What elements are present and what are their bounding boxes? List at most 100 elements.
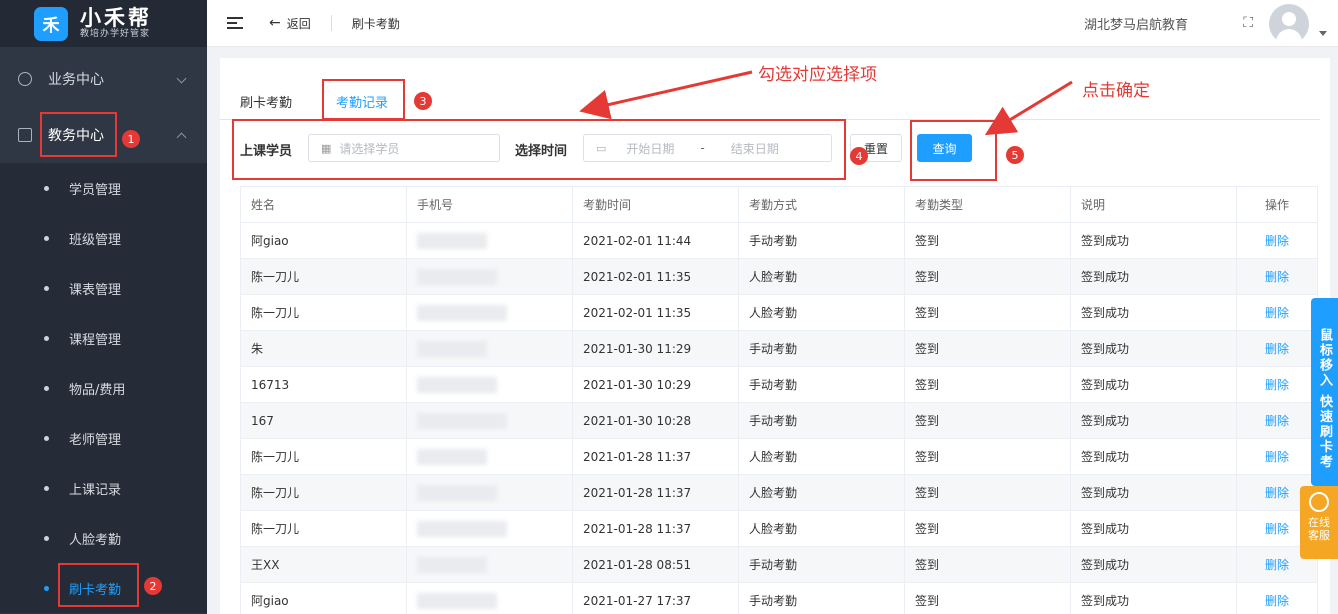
- time-cell: 2021-01-30 11:29: [572, 330, 739, 367]
- sidebar-item-class-records[interactable]: 上课记录: [0, 463, 207, 513]
- phone-cell: [406, 474, 573, 511]
- sidebar-item-teachers[interactable]: 老师管理: [0, 413, 207, 463]
- delete-link[interactable]: 删除: [1265, 342, 1289, 356]
- top-bar: ← 返回 刷卡考勤 湖北梦马启航教育 ⛶: [207, 0, 1338, 47]
- column-header: 操作: [1236, 186, 1318, 223]
- column-header: 手机号: [406, 186, 573, 223]
- type-cell: 签到: [904, 330, 1071, 367]
- redacted-phone: [417, 448, 487, 465]
- note-cell: 签到成功: [1070, 402, 1237, 439]
- table-row: 陈一刀儿 2021-01-28 11:37 人脸考勤 签到 签到成功 删除: [240, 438, 1318, 475]
- back-button[interactable]: ← 返回: [269, 15, 311, 32]
- column-header: 考勤类型: [904, 186, 1071, 223]
- delete-link[interactable]: 删除: [1265, 414, 1289, 428]
- back-label: 返回: [286, 16, 311, 31]
- note-cell: 签到成功: [1070, 366, 1237, 403]
- bullet-icon: [44, 235, 49, 241]
- caret-down-icon[interactable]: [1319, 31, 1327, 36]
- logo-icon: 禾: [34, 6, 68, 41]
- sidebar-item-classes[interactable]: 班级管理: [0, 213, 207, 263]
- sidebar-item-label: 学员管理: [69, 182, 122, 198]
- action-cell: 删除: [1236, 294, 1318, 331]
- note-cell: 签到成功: [1070, 582, 1237, 614]
- menu-group-label: 业务中心: [48, 72, 104, 88]
- method-cell: 人脸考勤: [738, 258, 905, 295]
- action-cell: 删除: [1236, 258, 1318, 295]
- time-cell: 2021-01-30 10:29: [572, 366, 739, 403]
- method-cell: 手动考勤: [738, 330, 905, 367]
- sidebar-item-fees[interactable]: 物品/费用: [0, 363, 207, 413]
- bullet-icon: [44, 385, 49, 391]
- type-cell: 签到: [904, 402, 1071, 439]
- sidebar-item-face-attendance[interactable]: 人脸考勤: [0, 513, 207, 563]
- menu-toggle-icon[interactable]: [227, 17, 243, 29]
- org-name: 湖北梦马启航教育: [1083, 17, 1188, 33]
- sidebar-item-label: 上课记录: [69, 482, 122, 498]
- sidebar-item-students[interactable]: 学员管理: [0, 163, 207, 213]
- action-cell: 删除: [1236, 402, 1318, 439]
- delete-link[interactable]: 删除: [1265, 378, 1289, 392]
- delete-link[interactable]: 删除: [1265, 522, 1289, 536]
- delete-link[interactable]: 删除: [1265, 594, 1289, 608]
- delete-link[interactable]: 删除: [1265, 270, 1289, 284]
- phone-cell: [406, 294, 573, 331]
- method-cell: 手动考勤: [738, 582, 905, 614]
- time-cell: 2021-01-28 08:51: [572, 546, 739, 583]
- note-cell: 签到成功: [1070, 294, 1237, 331]
- sidebar-item-timetable[interactable]: 课表管理: [0, 263, 207, 313]
- tab-card-attendance[interactable]: 刷卡考勤: [240, 92, 292, 111]
- type-cell: 签到: [904, 582, 1071, 614]
- table-header-row: 姓名 手机号 考勤时间 考勤方式 考勤类型 说明 操作: [240, 186, 1318, 223]
- time-cell: 2021-01-28 11:37: [572, 510, 739, 547]
- avatar[interactable]: [1269, 4, 1309, 44]
- note-cell: 签到成功: [1070, 438, 1237, 475]
- redacted-phone: [417, 484, 497, 501]
- quick-card-widget[interactable]: 鼠标移入 快速刷卡考: [1311, 298, 1338, 486]
- delete-link[interactable]: 删除: [1265, 558, 1289, 572]
- menu-group-business[interactable]: 业务中心: [0, 51, 207, 107]
- type-cell: 签到: [904, 222, 1071, 259]
- time-cell: 2021-02-01 11:44: [572, 222, 739, 259]
- fullscreen-icon[interactable]: ⛶: [1243, 15, 1253, 31]
- delete-link[interactable]: 删除: [1265, 234, 1289, 248]
- redacted-phone: [417, 232, 487, 249]
- name-cell: 陈一刀儿: [240, 438, 407, 475]
- method-cell: 手动考勤: [738, 546, 905, 583]
- time-cell: 2021-02-01 11:35: [572, 294, 739, 331]
- action-cell: 删除: [1236, 582, 1318, 614]
- method-cell: 手动考勤: [738, 402, 905, 439]
- bullet-icon: [44, 335, 49, 341]
- delete-link[interactable]: 删除: [1265, 306, 1289, 320]
- logo-slogan: 教培办学好管家: [80, 29, 151, 40]
- redacted-phone: [417, 268, 497, 285]
- delete-link[interactable]: 删除: [1265, 450, 1289, 464]
- time-cell: 2021-01-28 11:37: [572, 438, 739, 475]
- phone-cell: [406, 582, 573, 614]
- name-cell: 阿giao: [240, 222, 407, 259]
- table-row: 阿giao 2021-01-27 17:37 手动考勤 签到 签到成功 删除: [240, 582, 1318, 614]
- table-row: 16713 2021-01-30 10:29 手动考勤 签到 签到成功 删除: [240, 366, 1318, 403]
- column-header: 考勤方式: [738, 186, 905, 223]
- annotation-box-filters: [232, 119, 846, 180]
- note-cell: 签到成功: [1070, 510, 1237, 547]
- name-cell: 陈一刀儿: [240, 258, 407, 295]
- online-service-button[interactable]: 在线客服: [1300, 486, 1338, 559]
- time-cell: 2021-01-28 11:37: [572, 474, 739, 511]
- redacted-phone: [417, 340, 487, 357]
- method-cell: 人脸考勤: [738, 294, 905, 331]
- note-cell: 签到成功: [1070, 258, 1237, 295]
- type-cell: 签到: [904, 258, 1071, 295]
- sidebar-item-courses[interactable]: 课程管理: [0, 313, 207, 363]
- delete-link[interactable]: 删除: [1265, 486, 1289, 500]
- phone-cell: [406, 438, 573, 475]
- redacted-phone: [417, 592, 497, 609]
- redacted-phone: [417, 520, 507, 537]
- attendance-table: 姓名 手机号 考勤时间 考勤方式 考勤类型 说明 操作 阿giao 2021-02…: [240, 186, 1318, 614]
- type-cell: 签到: [904, 546, 1071, 583]
- phone-cell: [406, 330, 573, 367]
- annotation-box-query: [910, 120, 997, 181]
- phone-cell: [406, 546, 573, 583]
- type-cell: 签到: [904, 474, 1071, 511]
- table-row: 陈一刀儿 2021-01-28 11:37 人脸考勤 签到 签到成功 删除: [240, 474, 1318, 511]
- phone-cell: [406, 366, 573, 403]
